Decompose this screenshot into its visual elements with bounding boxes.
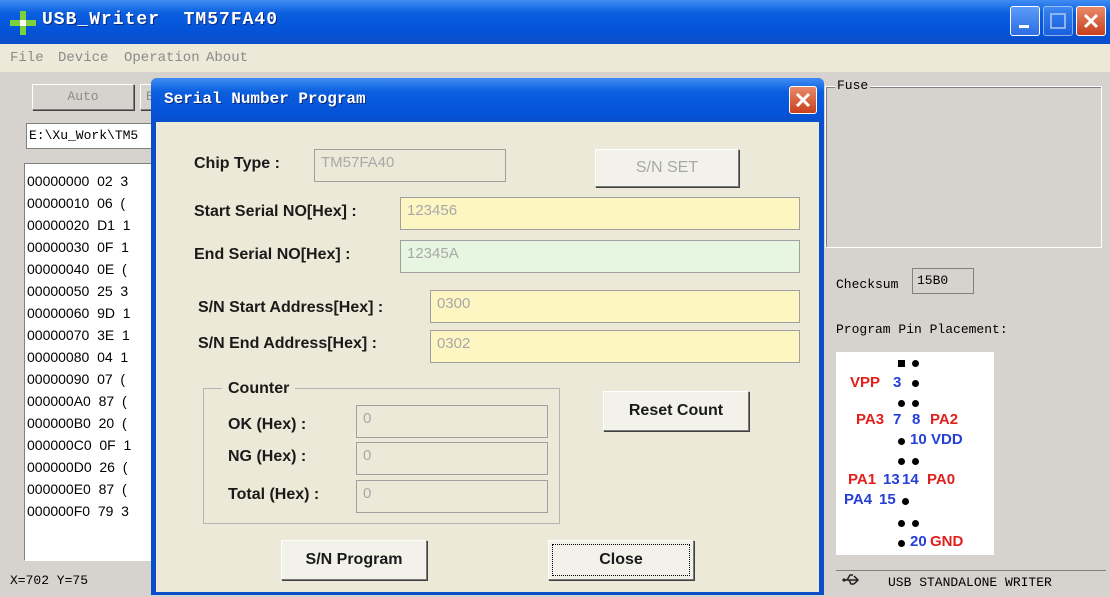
list-item: 00000090 07 ( [27, 371, 126, 387]
minimize-button[interactable] [1010, 6, 1040, 36]
ng-count-field: 0 [356, 442, 548, 475]
sn-end-address-label: S/N End Address[Hex] : [198, 335, 377, 352]
pin-dot [898, 438, 905, 445]
sn-start-address-field[interactable]: 0300 [430, 290, 800, 323]
pin-dot [898, 458, 905, 465]
pin-dot [912, 380, 919, 387]
pin-label-vdd: VDD [931, 431, 963, 448]
close-icon [1083, 13, 1099, 29]
pin-dot [898, 520, 905, 527]
pin-dot [912, 520, 919, 527]
pin-dot [912, 400, 919, 407]
list-item: 00000040 0E ( [27, 261, 127, 277]
pin-number-20: 20 [910, 533, 927, 550]
reset-count-button[interactable]: Reset Count [603, 391, 749, 431]
dialog-title: Serial Number Program [164, 90, 366, 108]
counter-label: Counter [222, 380, 296, 398]
menu-file[interactable]: File [10, 50, 44, 66]
window-title: USB_Writer TM57FA40 [42, 10, 279, 30]
dialog-close-button[interactable] [789, 86, 817, 114]
menu-about[interactable]: About [206, 50, 248, 66]
sn-program-button[interactable]: S/N Program [281, 540, 427, 580]
cursor-coords: X=702 Y=75 [10, 573, 89, 588]
chip-type-label: Chip Type : [194, 155, 280, 172]
pin1-marker [898, 360, 905, 367]
ok-count-field: 0 [356, 405, 548, 438]
pin-label-pa4: PA4 [844, 491, 873, 508]
file-path-field[interactable]: E:\Xu_Work\TM5 [26, 123, 166, 149]
pin-number-15: 15 [879, 491, 896, 508]
list-item: 000000C0 0F 1 [27, 437, 132, 453]
close-icon [795, 92, 811, 108]
fuse-label: Fuse [835, 78, 871, 93]
pin-placement-diagram: VPP 3 PA3 7 8 PA2 10 VDD PA1 13 14 PA0 P… [836, 352, 994, 555]
pin-number-10: 10 [910, 431, 927, 448]
maximize-icon [1050, 13, 1066, 29]
pin-number-14: 14 [902, 471, 919, 488]
pin-label-pa3: PA3 [856, 411, 885, 428]
maximize-button[interactable] [1043, 6, 1073, 36]
pin-label-vpp: VPP [850, 374, 881, 391]
list-item: 00000010 06 ( [27, 195, 126, 211]
app-icon [10, 11, 36, 35]
pin-label-pa0: PA0 [927, 471, 956, 488]
pin-number-8: 8 [912, 411, 921, 428]
ok-count-label: OK (Hex) : [228, 416, 307, 433]
pin-number-13: 13 [883, 471, 900, 488]
total-count-label: Total (Hex) : [228, 486, 320, 503]
auto-button[interactable]: Auto [32, 84, 134, 110]
pin-dot [912, 360, 919, 367]
checksum-label: Checksum [836, 277, 899, 292]
sn-set-button[interactable]: S/N SET [595, 149, 739, 187]
pin-dot [902, 498, 909, 505]
list-item: 00000000 02 3 [27, 173, 129, 189]
pin-number-7: 7 [893, 411, 902, 428]
pin-label-pa1: PA1 [848, 471, 877, 488]
minimize-icon [1019, 25, 1029, 28]
list-item: 000000D0 26 ( [27, 459, 128, 475]
fuse-group [825, 86, 1102, 248]
usb-icon [842, 572, 860, 592]
list-item: 000000E0 87 ( [27, 481, 127, 497]
pin-label-pa2: PA2 [930, 411, 959, 428]
hex-dump-list[interactable]: 00000000 02 3 00000010 06 ( 00000020 D1 … [24, 163, 164, 561]
start-serial-field[interactable]: 123456 [400, 197, 800, 230]
list-item: 000000B0 20 ( [27, 415, 127, 431]
pin-placement-label: Program Pin Placement: [836, 322, 1008, 337]
list-item: 00000050 25 3 [27, 283, 129, 299]
ng-count-label: NG (Hex) : [228, 448, 307, 465]
pin-dot [898, 540, 905, 547]
menu-device[interactable]: Device [58, 50, 108, 66]
end-serial-field[interactable]: 12345A [400, 240, 800, 273]
list-item: 00000030 0F 1 [27, 239, 129, 255]
menu-operation[interactable]: Operation [124, 50, 200, 66]
checksum-value: 15B0 [912, 268, 974, 294]
chip-type-field: TM57FA40 [314, 149, 506, 182]
end-serial-label: End Serial NO[Hex] : [194, 246, 351, 263]
list-item: 00000060 9D 1 [27, 305, 131, 321]
sn-end-address-field[interactable]: 0302 [430, 330, 800, 363]
list-item: 000000A0 87 ( [27, 393, 127, 409]
start-serial-label: Start Serial NO[Hex] : [194, 203, 357, 220]
list-item: 000000F0 79 3 [27, 503, 129, 519]
list-item: 00000020 D1 1 [27, 217, 131, 233]
status-text: USB STANDALONE WRITER [888, 575, 1052, 590]
pin-dot [898, 400, 905, 407]
close-button[interactable] [1076, 6, 1106, 36]
list-item: 00000070 3E 1 [27, 327, 130, 343]
pin-label-gnd: GND [930, 533, 964, 550]
list-item: 00000080 04 1 [27, 349, 129, 365]
pin-dot [912, 458, 919, 465]
sn-start-address-label: S/N Start Address[Hex] : [198, 299, 384, 316]
pin-number-3: 3 [893, 374, 902, 391]
total-count-field: 0 [356, 480, 548, 513]
close-dialog-button[interactable]: Close [548, 540, 694, 580]
